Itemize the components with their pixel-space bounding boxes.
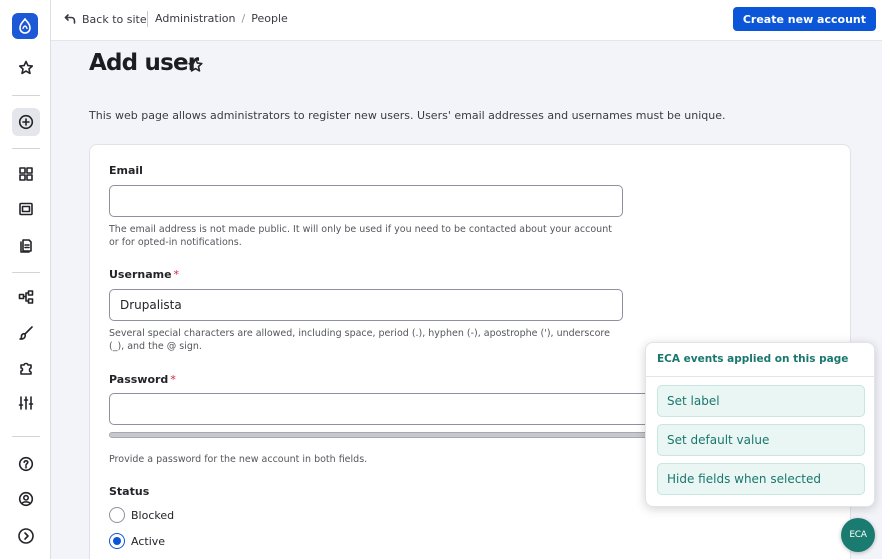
password-description: Provide a password for the new account i… (109, 454, 368, 465)
files-icon[interactable] (12, 231, 40, 259)
sidebar-divider (12, 436, 40, 437)
eca-item-set-default-value[interactable]: Set default value (657, 424, 865, 456)
sidebar-divider (12, 272, 40, 273)
eca-popup-title: ECA events applied on this page (657, 353, 849, 365)
active-radio[interactable] (109, 533, 125, 549)
email-label: Email (109, 164, 143, 177)
required-marker: * (173, 268, 180, 281)
eca-divider (646, 376, 874, 377)
structure-icon[interactable] (12, 283, 40, 311)
help-icon[interactable] (12, 450, 40, 478)
eca-events-popup: ECA events applied on this page Set labe… (645, 342, 875, 507)
breadcrumb: Administration / People (155, 12, 288, 25)
extend-icon[interactable] (12, 354, 40, 382)
config-icon[interactable] (12, 389, 40, 417)
blocked-label: Blocked (131, 508, 175, 522)
sidebar-divider (12, 148, 40, 149)
star-icon[interactable] (12, 54, 40, 82)
status-option-active[interactable]: Active (109, 533, 165, 549)
username-label: Username * (109, 268, 180, 281)
blocked-radio[interactable] (109, 507, 125, 523)
email-field[interactable] (109, 185, 623, 217)
back-arrow-icon (64, 14, 76, 24)
status-label: Status (109, 485, 150, 498)
shortcut-star-icon[interactable] (187, 57, 204, 74)
content-icon[interactable] (12, 195, 40, 223)
back-to-site-link[interactable]: Back to site (64, 10, 147, 28)
plus-circle-icon[interactable] (12, 108, 40, 136)
eca-toggle-button[interactable]: ECA (841, 518, 875, 552)
breadcrumb-separator: / (241, 12, 246, 25)
grid-icon[interactable] (12, 160, 40, 188)
back-label: Back to site (82, 12, 147, 26)
radio-dot (113, 537, 121, 545)
breadcrumb-administration[interactable]: Administration (155, 12, 236, 25)
eca-item-hide-fields[interactable]: Hide fields when selected (657, 463, 865, 495)
sidebar (0, 0, 51, 559)
page-intro: This web page allows administrators to r… (89, 109, 726, 122)
username-field[interactable]: Drupalista (109, 289, 623, 321)
user-icon[interactable] (12, 485, 40, 513)
eca-item-set-label[interactable]: Set label (657, 385, 865, 417)
password-field[interactable] (109, 393, 669, 425)
sidebar-divider (12, 95, 40, 96)
drupal-logo[interactable] (12, 13, 38, 39)
expand-icon[interactable] (12, 522, 40, 550)
status-option-blocked[interactable]: Blocked (109, 507, 174, 523)
appearance-icon[interactable] (12, 319, 40, 347)
create-new-account-button[interactable]: Create new account (732, 7, 876, 31)
topbar: Back to site Administration / People Cre… (51, 0, 882, 41)
active-label: Active (131, 534, 166, 548)
topbar-divider (147, 11, 148, 27)
email-description: The email address is not made public. It… (109, 224, 612, 248)
required-marker: * (170, 373, 176, 386)
breadcrumb-people[interactable]: People (251, 12, 288, 25)
password-strength-meter (109, 432, 669, 438)
page-title: Add user (89, 50, 199, 76)
password-label: Password * (109, 373, 176, 386)
username-description: Several special characters are allowed, … (109, 328, 610, 352)
